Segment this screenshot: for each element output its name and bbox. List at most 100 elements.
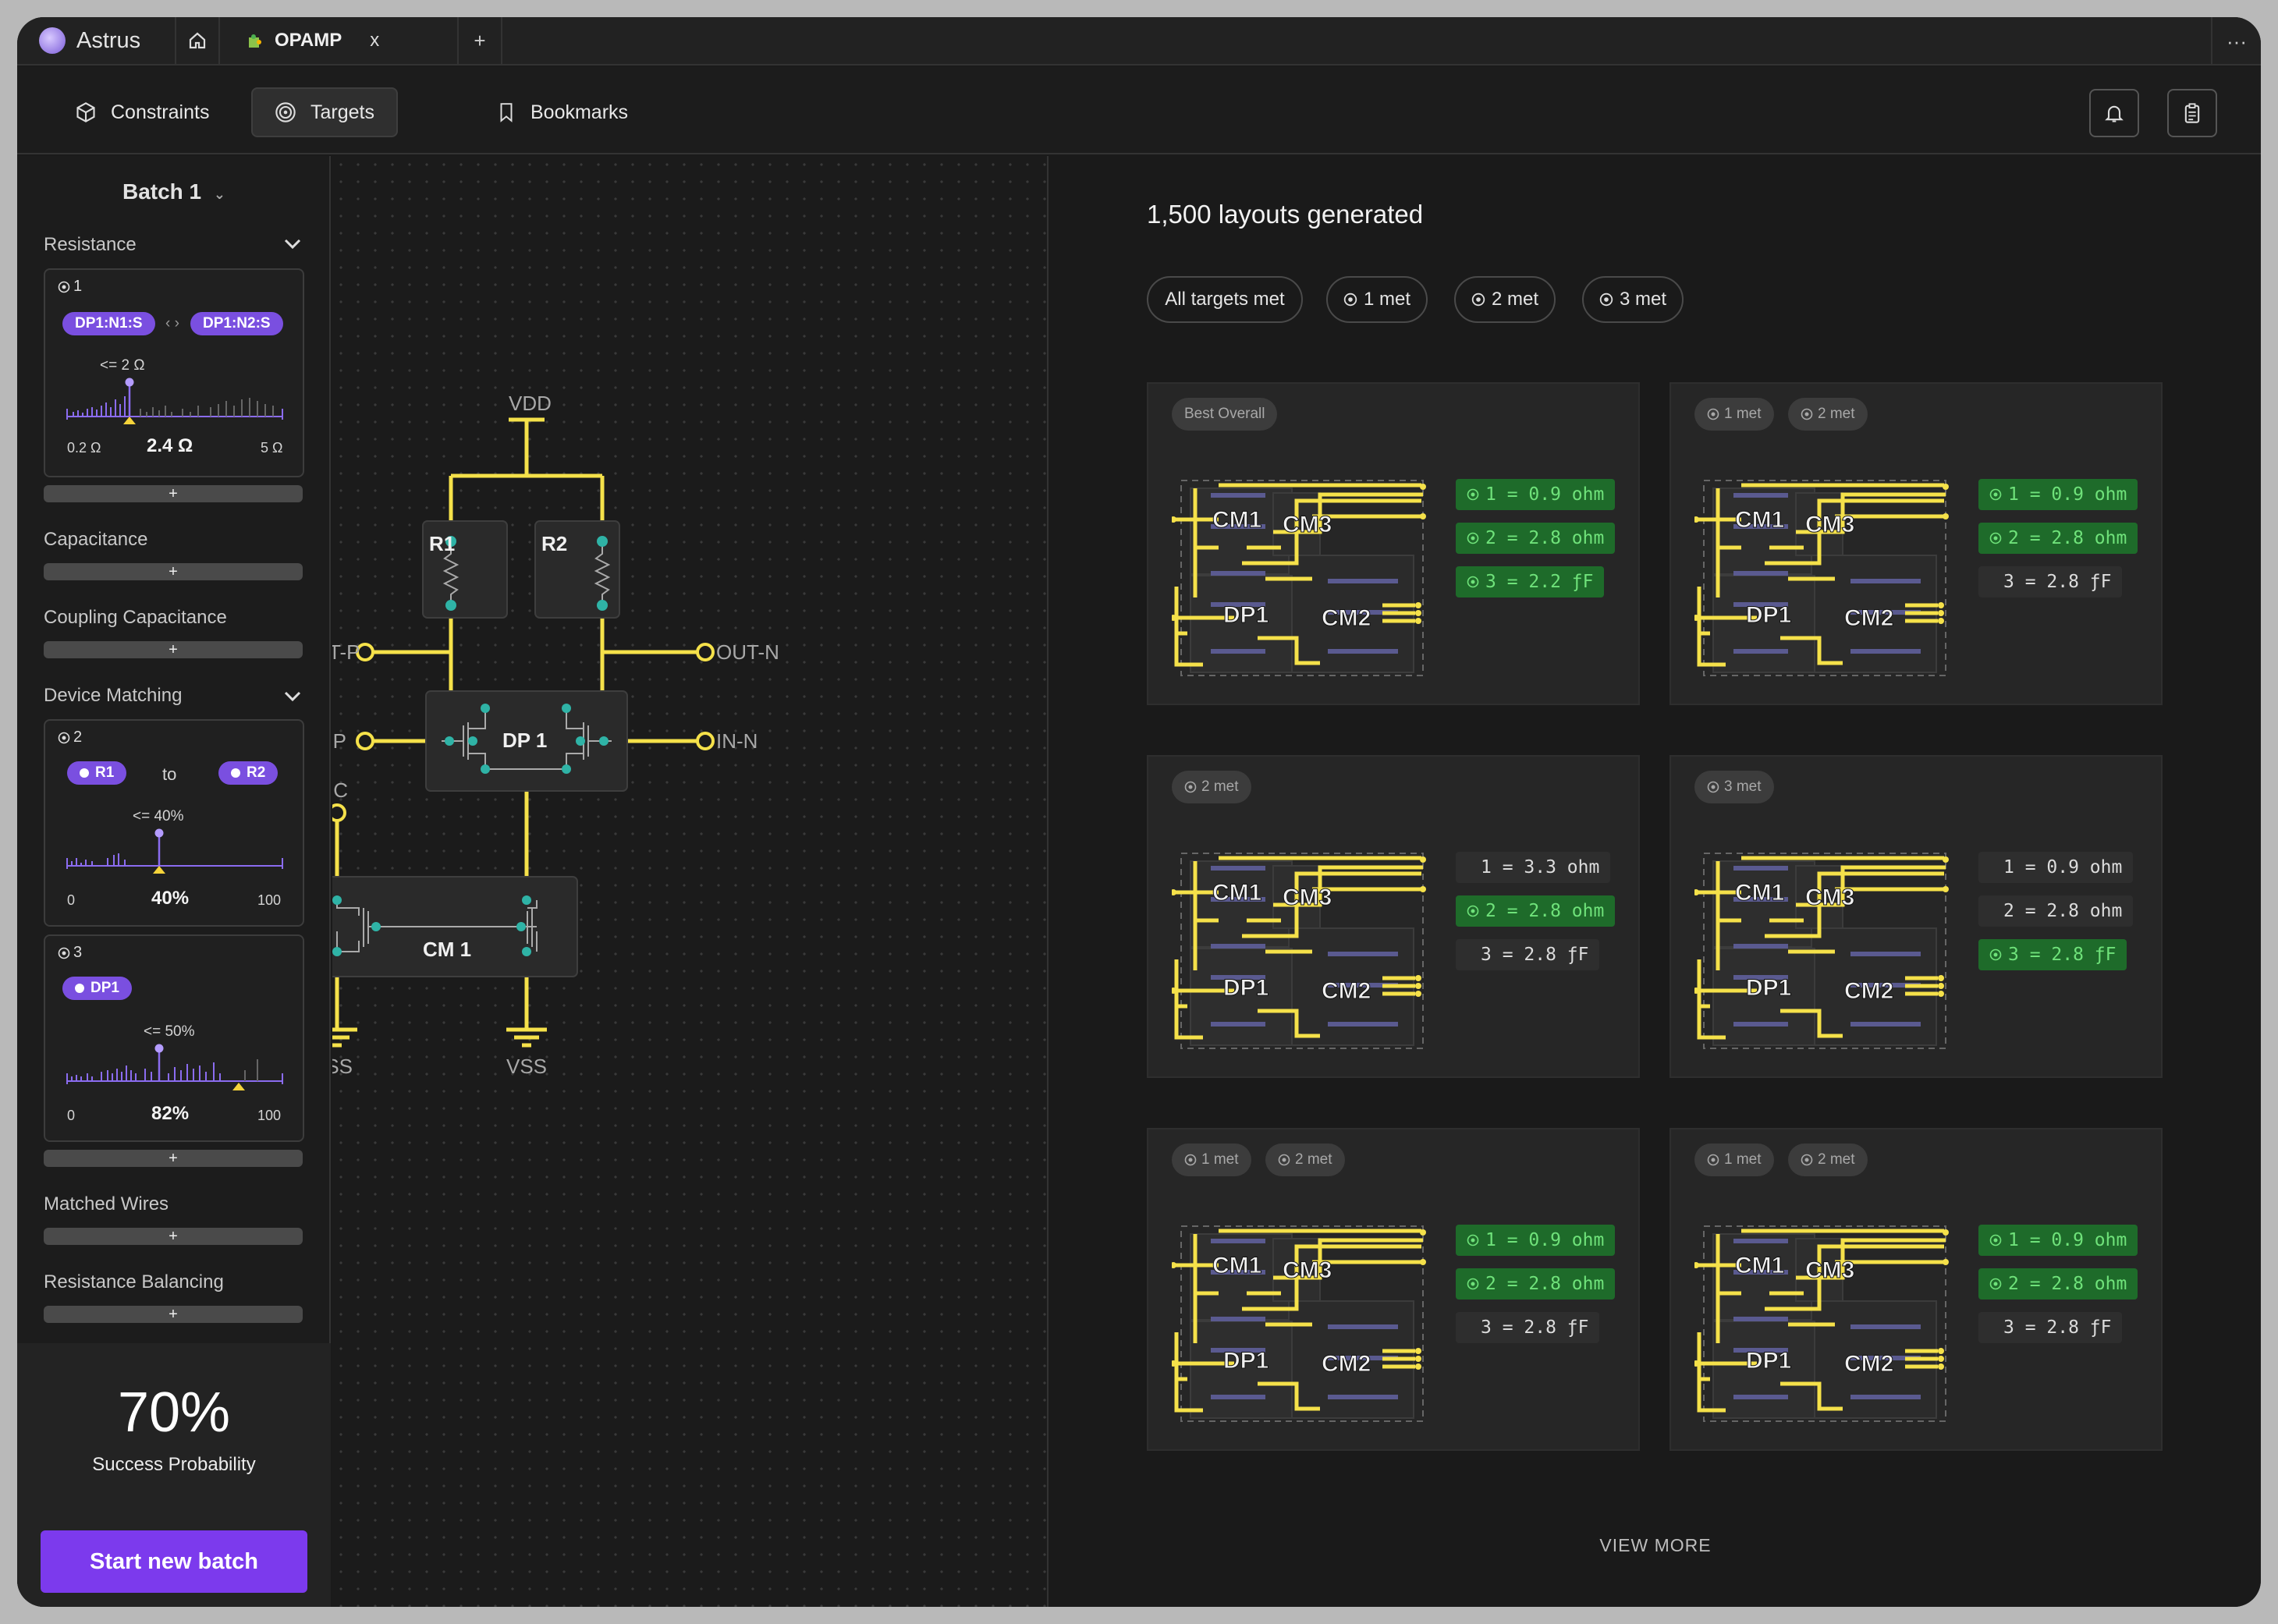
layout-result-card[interactable]: 1 met 2 met CM1 CM3 DP1 CM2 1 = 0.9 ohm 2 …: [1669, 382, 2163, 705]
add-balancing-button[interactable]: +: [44, 1306, 303, 1323]
layout-thumbnail[interactable]: CM1 CM3 DP1 CM2: [1694, 1215, 1952, 1441]
layout-thumbnail[interactable]: CM1 CM3 DP1 CM2: [1172, 842, 1429, 1069]
net-chip-from[interactable]: DP1:N1:S: [62, 312, 155, 335]
add-matching-target-button[interactable]: +: [44, 1150, 303, 1167]
result-badge: 1 met: [1172, 1144, 1251, 1176]
tab-opamp[interactable]: OPAMP x: [220, 17, 459, 65]
start-new-batch-button[interactable]: Start new batch: [41, 1530, 307, 1593]
opamp-schematic[interactable]: VDD OUT-P OUT-N IN-P IN-N IC VSS VSS R1 …: [298, 156, 1049, 1607]
more-menu-button[interactable]: ···: [2211, 17, 2261, 66]
layout-label-cm2: CM2: [1844, 1351, 1893, 1377]
layout-thumbnail[interactable]: CM1 CM3 DP1 CM2: [1172, 470, 1429, 696]
layout-thumbnail[interactable]: CM1 CM3 DP1 CM2: [1172, 1215, 1429, 1441]
bookmark-icon: [500, 103, 513, 122]
layout-result-card[interactable]: 3 met CM1 CM3 DP1 CM2 1 = 0.9 ohm 2 = 2.8…: [1669, 755, 2163, 1078]
layout-label-cm3: CM3: [1805, 512, 1854, 537]
add-capacitance-target-button[interactable]: +: [44, 563, 303, 580]
result-badge: 1 met: [1694, 398, 1774, 431]
home-icon: [189, 32, 206, 49]
metric-label: 1 = 0.9 ohm: [1456, 1225, 1616, 1256]
matching-target-card[interactable]: 3 DP1 <= 50% 0 82% 100: [44, 934, 304, 1142]
section-resistance[interactable]: Resistance: [44, 234, 137, 256]
target-tag: 1: [58, 278, 82, 296]
dot-icon: [231, 768, 240, 778]
target-tag: 2: [58, 729, 82, 746]
chevron-down-icon[interactable]: [282, 688, 303, 705]
section-device-matching[interactable]: Device Matching: [44, 685, 182, 707]
brand[interactable]: Astrus: [17, 17, 176, 65]
clipboard-button[interactable]: [2167, 89, 2217, 137]
metric-label: 1 = 0.9 ohm: [1456, 479, 1616, 510]
add-coupling-target-button[interactable]: +: [44, 641, 303, 658]
metric-label: 1 = 3.3 ohm: [1456, 852, 1611, 883]
current-value: 2.4 Ω: [147, 435, 193, 456]
layout-result-card[interactable]: 2 met CM1 CM3 DP1 CM2 1 = 3.3 ohm 2 = 2.8…: [1147, 755, 1640, 1078]
resistance-target-card[interactable]: 1 DP1:N1:S ‹ › DP1:N2:S <= 2 Ω 0.2 Ω 2.4…: [44, 268, 304, 477]
matching-target-card[interactable]: 2 R1 to R2 <= 40% 0 40% 100: [44, 719, 304, 927]
layout-label-cm1: CM1: [1212, 1253, 1261, 1278]
filter-3-met[interactable]: 3 met: [1582, 276, 1684, 323]
section-capacitance[interactable]: Capacitance: [44, 529, 147, 551]
layout-thumbnail[interactable]: CM1 CM3 DP1 CM2: [1694, 470, 1952, 696]
layout-result-card[interactable]: 1 met 2 met CM1 CM3 DP1 CM2 1 = 0.9 ohm 2 …: [1669, 1128, 2163, 1451]
target-icon: [58, 947, 70, 959]
dot-icon: [80, 768, 89, 778]
new-tab-button[interactable]: +: [459, 17, 502, 65]
metric-text: 3 = 2.2 ƒF: [1485, 572, 1594, 592]
layout-label-cm3: CM3: [1805, 885, 1854, 910]
tab-constraints[interactable]: Constraints: [53, 87, 231, 137]
filter-all-targets[interactable]: All targets met: [1147, 276, 1303, 323]
target-icon: [1467, 1234, 1479, 1246]
metric-text: 1 = 3.3 ohm: [1481, 857, 1600, 878]
target-icon: [1184, 1154, 1197, 1166]
filter-2-met[interactable]: 2 met: [1454, 276, 1556, 323]
layout-label-dp1: DP1: [1746, 975, 1791, 1001]
bell-icon: [2105, 105, 2124, 122]
schematic-canvas[interactable]: VDD OUT-P OUT-N IN-P IN-N IC VSS VSS R1 …: [298, 156, 1049, 1607]
distribution-histogram[interactable]: [66, 827, 284, 875]
add-resistance-target-button[interactable]: +: [44, 485, 303, 502]
layout-result-card[interactable]: Best Overall CM1 CM3 DP1 CM2 1 = 0.9 ohm…: [1147, 382, 1640, 705]
chevron-down-icon: ⌄: [213, 186, 226, 202]
notifications-button[interactable]: [2089, 89, 2139, 137]
view-more-button[interactable]: VIEW MORE: [1050, 1535, 2261, 1556]
chevron-down-icon[interactable]: [282, 236, 303, 253]
filter-1-met[interactable]: 1 met: [1326, 276, 1428, 323]
metric-text: 1 = 0.9 ohm: [1485, 484, 1605, 505]
section-coupling-capacitance[interactable]: Coupling Capacitance: [44, 607, 227, 629]
results-title: 1,500 layouts generated: [1147, 200, 1424, 229]
target-icon: [1467, 1278, 1479, 1290]
metric-text: 1 = 0.9 ohm: [2008, 484, 2127, 505]
in-n-label: IN-N: [716, 729, 758, 753]
tab-label: OPAMP: [275, 30, 342, 51]
distribution-histogram[interactable]: [66, 1042, 284, 1090]
result-badge-label: 2 met: [1201, 778, 1239, 795]
layout-label-cm2: CM2: [1844, 978, 1893, 1004]
app-window: Astrus OPAMP x + ··· Constraints Targets…: [17, 17, 2261, 1607]
home-button[interactable]: [176, 17, 220, 65]
add-matched-wires-button[interactable]: +: [44, 1228, 303, 1245]
metric-text: 1 = 0.9 ohm: [1485, 1230, 1605, 1250]
target-icon: [1467, 576, 1479, 588]
metric-text: 2 = 2.8 ohm: [1485, 528, 1605, 548]
layout-thumbnail[interactable]: CM1 CM3 DP1 CM2: [1694, 842, 1952, 1069]
distribution-histogram[interactable]: [66, 378, 284, 426]
close-tab-button[interactable]: x: [370, 30, 379, 51]
tab-bookmarks[interactable]: Bookmarks: [474, 87, 650, 137]
device-chip-dp1[interactable]: DP1: [62, 977, 132, 1000]
section-matched-wires[interactable]: Matched Wires: [44, 1193, 169, 1215]
limit-label: <= 40%: [133, 808, 184, 824]
section-resistance-balancing[interactable]: Resistance Balancing: [44, 1271, 224, 1293]
target-icon: [1467, 532, 1479, 544]
layout-label-cm2: CM2: [1322, 605, 1371, 631]
device-chip-r2[interactable]: R2: [218, 761, 279, 785]
device-chip-r1[interactable]: R1: [67, 761, 127, 785]
batch-selector[interactable]: Batch 1 ⌄: [17, 179, 331, 204]
range-min: 0: [67, 1108, 76, 1123]
vss-label-left: VSS: [332, 1055, 353, 1078]
metric-label: 3 = 2.8 ƒF: [1978, 1312, 2123, 1343]
tab-targets[interactable]: Targets: [251, 87, 398, 137]
metric-text: 2 = 2.8 ohm: [2003, 901, 2123, 921]
layout-result-card[interactable]: 1 met 2 met CM1 CM3 DP1 CM2 1 = 0.9 ohm 2 …: [1147, 1128, 1640, 1451]
net-chip-to[interactable]: DP1:N2:S: [190, 312, 283, 335]
